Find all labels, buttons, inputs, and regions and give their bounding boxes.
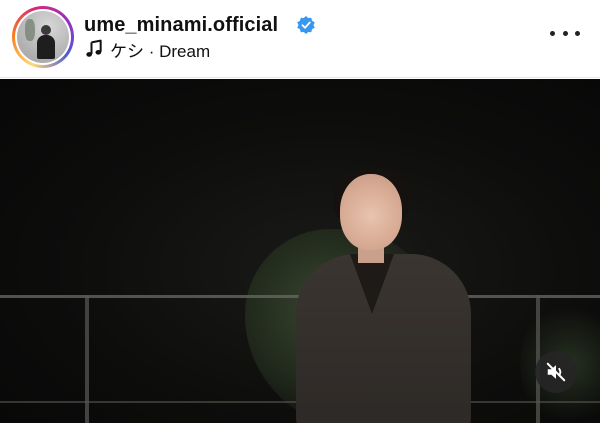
story-ring[interactable]: [12, 6, 74, 68]
more-options-button[interactable]: [550, 26, 580, 40]
avatar-figure-head: [41, 25, 51, 35]
avatar-figure-body: [37, 35, 55, 59]
more-dot-icon: [562, 30, 568, 36]
person-face: [340, 174, 402, 250]
avatar-plant: [25, 19, 35, 41]
post-header: ume_minami.official ケシ · Dream: [0, 0, 600, 78]
more-dot-icon: [550, 30, 555, 36]
verified-badge-icon: [297, 16, 315, 34]
railing-post: [85, 295, 89, 423]
post-video[interactable]: [0, 79, 600, 423]
music-note-icon: [86, 39, 102, 57]
more-dot-icon: [575, 30, 580, 36]
avatar-frame: [15, 9, 71, 65]
song-label: ケシ · Dream: [110, 41, 211, 61]
username-link[interactable]: ume_minami.official: [84, 14, 278, 37]
mute-toggle-button[interactable]: [535, 351, 577, 393]
music-attribution[interactable]: ケシ · Dream: [84, 39, 210, 61]
speaker-muted-icon: [546, 362, 566, 382]
avatar[interactable]: [17, 11, 69, 63]
